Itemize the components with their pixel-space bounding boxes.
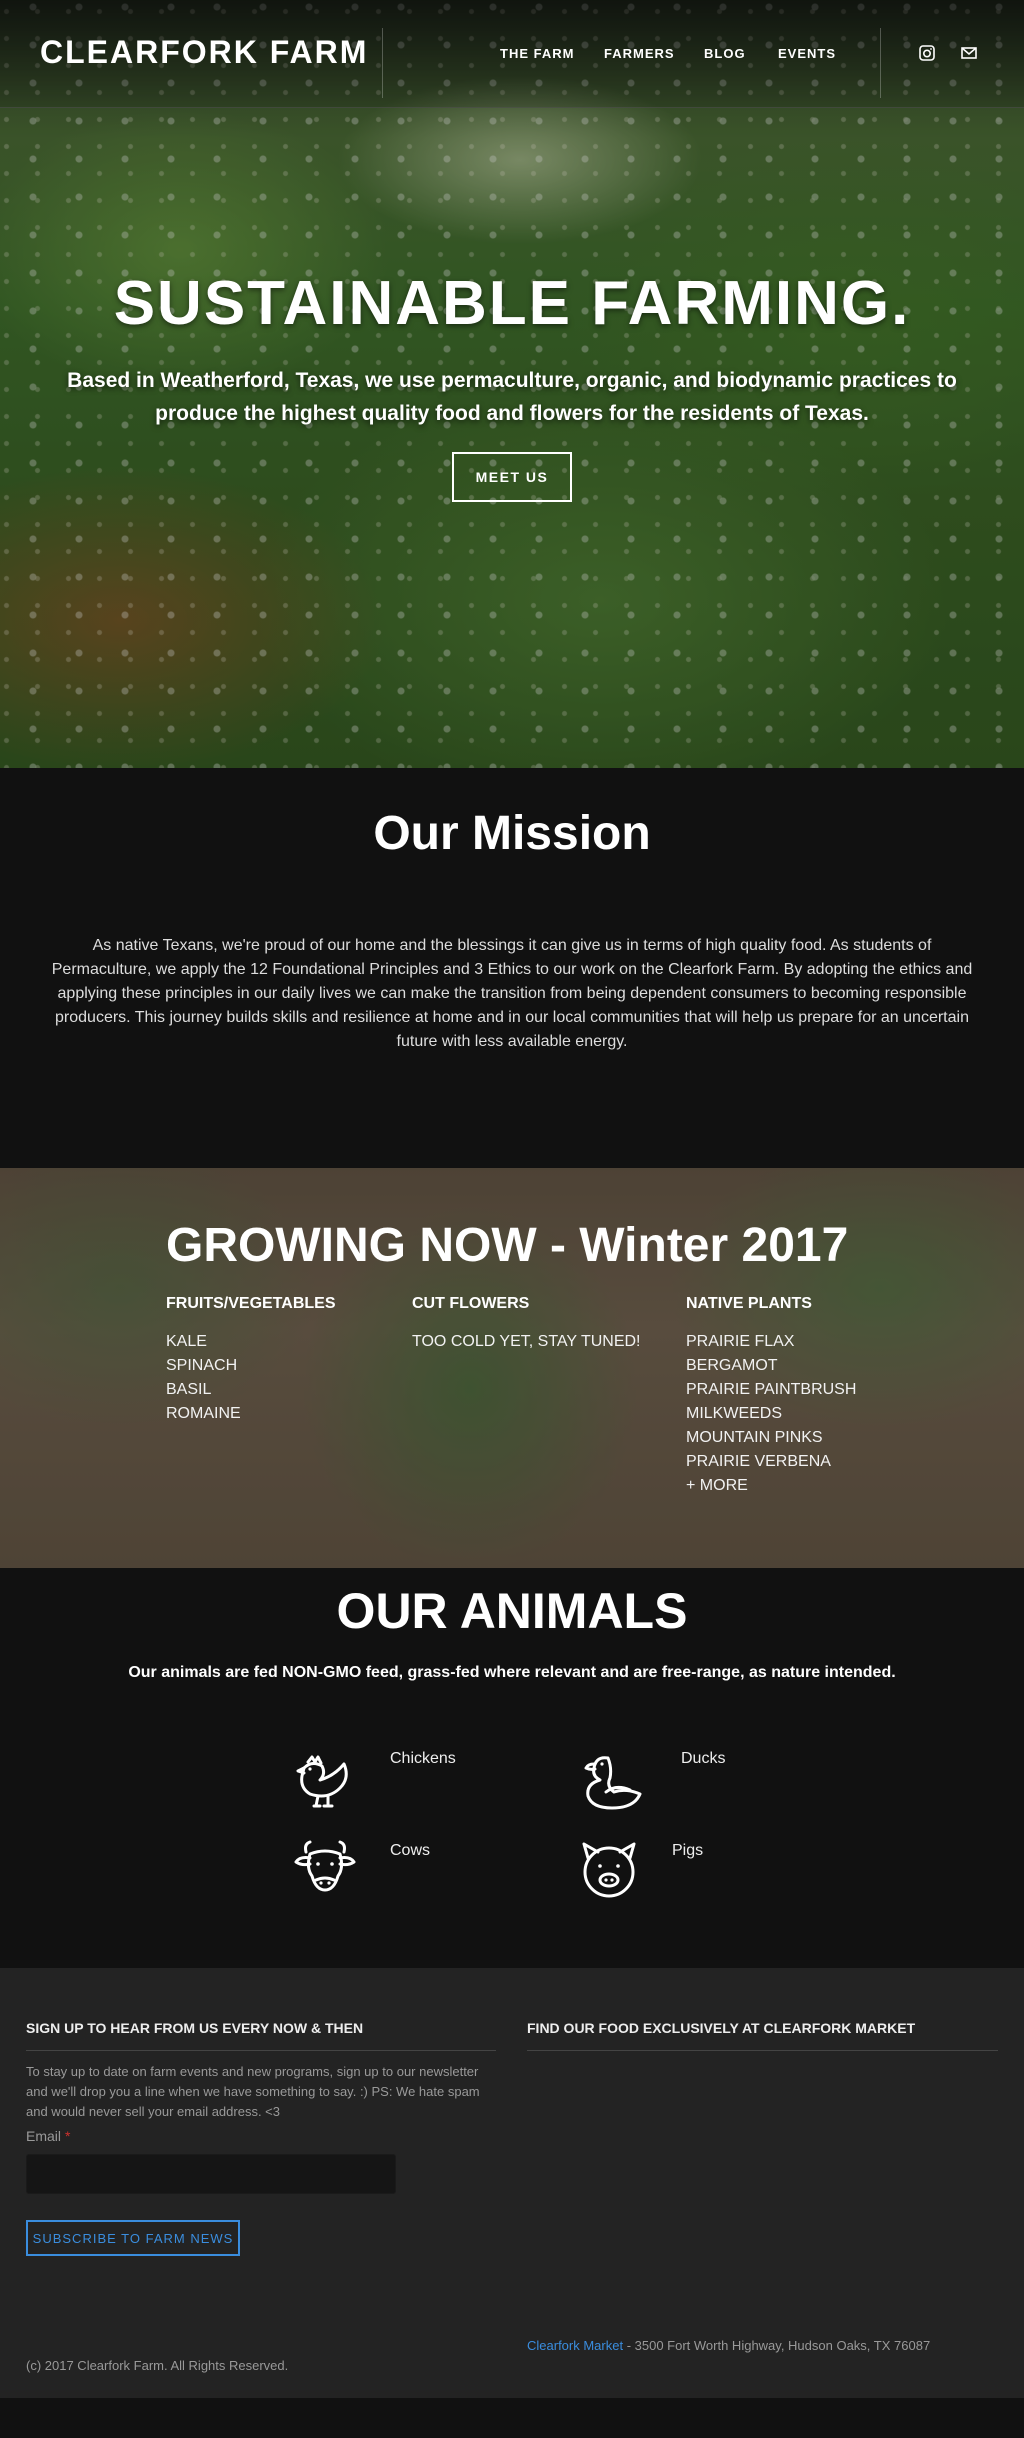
list-item: ROMAINE bbox=[166, 1405, 241, 1422]
nav-item-the-farm[interactable]: THE FARM bbox=[500, 46, 574, 61]
list-item: MILKWEEDS bbox=[686, 1405, 783, 1422]
list-item: PRAIRIE VERBENA bbox=[686, 1453, 831, 1470]
top-navigation-bar: CLEARFORK FARM THE FARM FARMERS BLOG EVE… bbox=[0, 0, 1024, 108]
nav-item-blog[interactable]: BLOG bbox=[704, 46, 746, 61]
email-label-text: Email bbox=[26, 2128, 62, 2144]
hero-subtitle: Based in Weatherford, Texas, we use perm… bbox=[67, 369, 957, 425]
mission-title: Our Mission bbox=[373, 807, 651, 860]
animal-label-cows: Cows bbox=[390, 1842, 431, 1859]
nav-divider bbox=[880, 28, 881, 98]
animals-subtitle: Our animals are fed NON-GMO feed, grass-… bbox=[128, 1664, 896, 1681]
mission-section: Our Mission As native Texans, we're prou… bbox=[0, 768, 1024, 1168]
market-address-text: - 3500 Fort Worth Highway, Hudson Oaks, … bbox=[623, 2338, 931, 2353]
nav-item-events[interactable]: EVENTS bbox=[778, 46, 836, 61]
chicken-icon bbox=[296, 1755, 348, 1808]
fruits-vegetables-list: KALE SPINACH BASIL ROMAINE bbox=[166, 1330, 241, 1426]
nav-divider bbox=[382, 28, 383, 98]
column-heading-native-plants: NATIVE PLANTS bbox=[686, 1295, 812, 1312]
newsletter-description: To stay up to date on farm events and ne… bbox=[26, 2064, 480, 2119]
copyright-text: (c) 2017 Clearfork Farm. All Rights Rese… bbox=[26, 2358, 289, 2373]
duck-icon bbox=[584, 1756, 642, 1810]
growing-title: GROWING NOW - Winter 2017 bbox=[166, 1219, 849, 1272]
animal-label-chickens: Chickens bbox=[390, 1750, 456, 1767]
animal-label-ducks: Ducks bbox=[681, 1750, 726, 1767]
clearfork-market-link[interactable]: Clearfork Market bbox=[527, 2338, 623, 2353]
market-heading: FIND OUR FOOD EXCLUSIVELY AT CLEARFORK M… bbox=[527, 2020, 916, 2036]
email-label: Email * bbox=[26, 2128, 70, 2144]
native-plants-list: PRAIRIE FLAX BERGAMOT PRAIRIE PAINTBRUSH… bbox=[686, 1330, 856, 1498]
subscribe-button[interactable]: SUBSCRIBE TO FARM NEWS bbox=[26, 2220, 240, 2256]
animals-section: OUR ANIMALS Our animals are fed NON-GMO … bbox=[0, 1568, 1024, 1968]
footer: SIGN UP TO HEAR FROM US EVERY NOW & THEN… bbox=[0, 1968, 1024, 2398]
hero-title: SUSTAINABLE FARMING. bbox=[113, 269, 911, 338]
meet-us-button[interactable]: MEET US bbox=[452, 452, 572, 502]
column-heading-cut-flowers: CUT FLOWERS bbox=[412, 1295, 530, 1312]
instagram-icon[interactable] bbox=[918, 44, 936, 62]
required-marker: * bbox=[65, 2128, 71, 2144]
cow-icon bbox=[294, 1840, 356, 1892]
list-item: MOUNTAIN PINKS bbox=[686, 1429, 823, 1446]
cut-flowers-list: TOO COLD YET, STAY TUNED! bbox=[412, 1330, 641, 1354]
list-item: BASIL bbox=[166, 1381, 212, 1398]
list-item: KALE bbox=[166, 1333, 207, 1350]
email-field[interactable] bbox=[26, 2154, 396, 2194]
divider bbox=[527, 2050, 998, 2051]
list-item: BERGAMOT bbox=[686, 1357, 778, 1374]
animals-title: OUR ANIMALS bbox=[336, 1583, 688, 1639]
list-item: PRAIRIE FLAX bbox=[686, 1333, 795, 1350]
newsletter-heading: SIGN UP TO HEAR FROM US EVERY NOW & THEN bbox=[26, 2020, 364, 2036]
mail-icon[interactable] bbox=[960, 44, 978, 62]
market-address: Clearfork Market - 3500 Fort Worth Highw… bbox=[527, 2338, 930, 2353]
hero-section: CLEARFORK FARM THE FARM FARMERS BLOG EVE… bbox=[0, 0, 1024, 768]
divider bbox=[26, 2050, 496, 2051]
more-link[interactable]: + MORE bbox=[686, 1474, 856, 1498]
nav-item-farmers[interactable]: FARMERS bbox=[604, 46, 675, 61]
mission-text: As native Texans, we're proud of our hom… bbox=[51, 937, 973, 1050]
list-item: SPINACH bbox=[166, 1357, 238, 1374]
list-item: PRAIRIE PAINTBRUSH bbox=[686, 1381, 857, 1398]
pig-icon bbox=[582, 1842, 636, 1898]
animal-label-pigs: Pigs bbox=[672, 1842, 704, 1859]
page-bottom-strip bbox=[0, 2398, 1024, 2438]
column-heading-fruits-vegetables: FRUITS/VEGETABLES bbox=[166, 1295, 336, 1312]
growing-now-section: GROWING NOW - Winter 2017 FRUITS/VEGETAB… bbox=[0, 1168, 1024, 1568]
site-logo[interactable]: CLEARFORK FARM bbox=[40, 34, 368, 71]
list-item: TOO COLD YET, STAY TUNED! bbox=[412, 1333, 641, 1350]
